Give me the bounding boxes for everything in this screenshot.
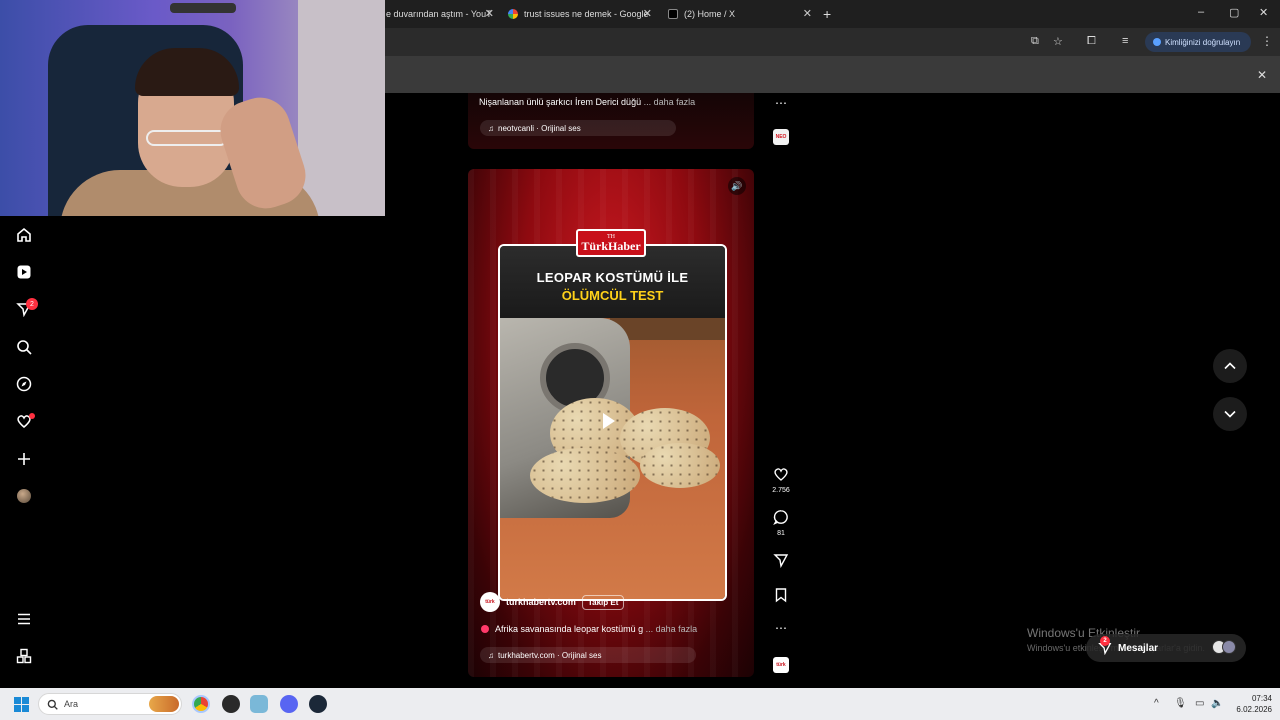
also-from-meta-icon[interactable]	[14, 646, 34, 666]
tab-title: e duvarından aştım - YouT	[386, 9, 492, 19]
messages-label: Mesajlar	[1118, 642, 1159, 654]
verify-identity-button[interactable]: Kimliğinizi doğrulayın	[1145, 32, 1251, 52]
chevron-down-icon	[1224, 410, 1236, 418]
tab-google[interactable]: trust issues ne demek - Google ✕	[508, 4, 652, 24]
previous-reel-caption: Nişanlanan ünlü şarkıcı İrem Derici düğü…	[479, 97, 696, 107]
tab-title: (2) Home / X	[684, 9, 736, 19]
author-name[interactable]: turkhabertv.com	[506, 597, 576, 607]
volume-icon[interactable]: 🔈	[1211, 698, 1223, 709]
microphone-icon[interactable]: 🎙	[1174, 698, 1187, 709]
search-icon[interactable]	[14, 337, 34, 357]
taskbar-clock[interactable]: 07:34 6.02.2026	[1232, 693, 1272, 715]
next-reel-button[interactable]	[1213, 397, 1247, 431]
music-note-icon: ♫	[488, 123, 494, 133]
tab-youtube[interactable]: e duvarından aştım - YouT ✕	[386, 4, 494, 24]
previous-reel-audio[interactable]: ♫ neotvcanli · Orijinal ses	[480, 120, 676, 136]
chevron-up-icon	[1224, 362, 1236, 370]
maximize-button[interactable]: ▢	[1229, 6, 1239, 19]
infobar-close-icon[interactable]: ✕	[1257, 68, 1267, 82]
previous-audio-thumbnail[interactable]: NEO	[773, 129, 789, 145]
x-favicon-icon	[668, 9, 678, 19]
tab-close-icon[interactable]: ✕	[485, 7, 494, 20]
messages-count-badge: 2	[1100, 636, 1110, 646]
home-icon[interactable]	[14, 225, 34, 245]
shield-icon	[1153, 38, 1161, 46]
reel-caption: Afrika savanasında leopar kostümü g ... …	[481, 624, 697, 634]
taskbar-search[interactable]: Ara	[38, 693, 182, 715]
steam-taskbar-icon[interactable]	[309, 695, 327, 713]
discord-taskbar-icon[interactable]	[280, 695, 298, 713]
google-favicon-icon	[508, 9, 518, 19]
like-count: 2.756	[772, 487, 790, 494]
profile-avatar[interactable]	[17, 489, 31, 503]
new-tab-button[interactable]: +	[823, 6, 831, 22]
sound-toggle-icon[interactable]: 🔊	[728, 177, 746, 195]
windows-start-icon[interactable]	[14, 697, 29, 712]
play-icon[interactable]	[603, 413, 615, 429]
audio-thumbnail[interactable]: türk	[773, 657, 789, 673]
follow-button[interactable]: Takip Et	[581, 594, 625, 610]
reels-icon[interactable]	[14, 262, 34, 282]
leopard	[640, 443, 720, 488]
previous-reel-button[interactable]	[1213, 349, 1247, 383]
tab-x-home[interactable]: (2) Home / X ✕	[668, 4, 812, 24]
search-highlight-art	[149, 696, 179, 712]
webcam-wall	[298, 0, 385, 216]
bookmark-star-icon[interactable]: ☆	[1053, 35, 1063, 48]
tray-overflow-icon[interactable]: ^	[1154, 698, 1159, 709]
display-icon[interactable]: ▭	[1195, 698, 1204, 709]
minimize-button[interactable]: –	[1198, 6, 1204, 18]
red-dot-emoji	[481, 625, 489, 633]
more-options-icon[interactable]: ⋯	[772, 621, 790, 635]
notification-dot	[29, 413, 35, 419]
reel-audio[interactable]: ♫ turkhabertv.com · Orijinal ses	[480, 647, 696, 663]
headline-line-2: ÖLÜMCÜL TEST	[561, 287, 664, 303]
app-taskbar-icon[interactable]	[250, 695, 268, 713]
screen: e duvarından aştım - YouT ✕ trust issues…	[0, 0, 1280, 720]
comment-icon[interactable]	[772, 509, 790, 530]
obs-taskbar-icon[interactable]	[222, 695, 240, 713]
chrome-taskbar-icon[interactable]	[192, 695, 210, 713]
music-note-icon: ♫	[488, 650, 494, 660]
previous-more-options-icon[interactable]: ⋯	[772, 96, 790, 110]
streamer-glasses	[146, 130, 228, 146]
leopard-scene	[500, 318, 725, 599]
reel-author[interactable]: türk turkhabertv.com Takip Et	[480, 592, 625, 612]
verify-label: Kimliğinizi doğrulayın	[1165, 37, 1241, 47]
clock-date: 6.02.2026	[1236, 705, 1272, 714]
create-icon[interactable]	[14, 449, 34, 469]
webcam-overlay	[0, 0, 385, 216]
more-link[interactable]: ... daha fazla	[644, 97, 696, 107]
webcam-shelf-object	[170, 3, 236, 13]
clock-time: 07:34	[1251, 694, 1272, 703]
instagram-sidebar: 2	[0, 216, 48, 686]
messages-button[interactable]: 2 Mesajlar	[1086, 634, 1246, 662]
share-icon[interactable]	[772, 552, 790, 573]
tab-close-icon[interactable]: ✕	[643, 7, 652, 20]
leopard	[530, 448, 640, 503]
more-link[interactable]: ... daha fazla	[646, 624, 698, 634]
tab-close-icon[interactable]: ✕	[803, 7, 812, 20]
more-menu-icon[interactable]	[14, 609, 34, 629]
explore-icon[interactable]	[14, 374, 34, 394]
messages-badge: 2	[26, 298, 38, 310]
conversation-avatars	[1212, 640, 1238, 656]
search-placeholder: Ara	[64, 699, 79, 709]
tab-title: trust issues ne demek - Google	[524, 9, 649, 19]
turkhaber-logo: TH TürkHaber	[576, 229, 646, 257]
headline-line-1: LEOPAR KOSTÜMÜ İLE	[536, 269, 689, 285]
author-avatar[interactable]: türk	[480, 592, 500, 612]
browser-menu-icon[interactable]: ⋮	[1261, 34, 1273, 48]
search-icon	[47, 699, 58, 710]
like-icon[interactable]	[772, 466, 790, 487]
save-bookmark-icon[interactable]	[772, 587, 790, 608]
comment-count: 81	[777, 530, 785, 537]
install-app-icon[interactable]: ⧉	[1031, 35, 1039, 48]
reading-list-icon[interactable]: ≡	[1122, 35, 1128, 47]
close-window-button[interactable]: ✕	[1259, 6, 1268, 19]
extensions-icon[interactable]: ⧠	[1087, 35, 1096, 48]
